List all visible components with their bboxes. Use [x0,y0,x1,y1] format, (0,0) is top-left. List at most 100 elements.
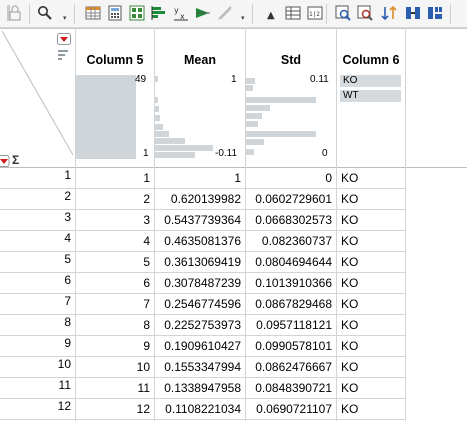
cell-std[interactable]: 0 [246,168,336,189]
distribution-icon[interactable] [150,3,168,23]
cell-mean[interactable]: 0.1338947958 [155,378,245,399]
graph-builder-icon[interactable] [216,3,234,23]
row-number[interactable]: 8 [0,315,75,336]
join-icon[interactable] [404,3,422,23]
cell-column-6[interactable]: KO [337,357,405,378]
cell-column-6[interactable]: KO [337,189,405,210]
fit-y-by-x-icon[interactable]: yx [172,3,190,23]
row-number[interactable]: 7 [0,294,75,315]
histogram-bar [155,106,159,112]
cell-mean[interactable]: 0.2252753973 [155,315,245,336]
cell-std[interactable]: 0.0867829468 [246,294,336,315]
data-grid-icon[interactable] [84,3,102,23]
histogram-bar [155,76,158,82]
cell-column-5[interactable]: 7 [76,294,154,315]
summary-sigma-icon[interactable]: Σ [12,153,19,167]
histogram-bar [246,97,316,103]
cell-mean[interactable]: 1 [155,168,245,189]
category-level-ko: KO [340,75,401,87]
histogram-bar [246,149,254,155]
grid-line [405,28,406,421]
zoom-icon[interactable] [334,3,352,23]
row-number[interactable]: 11 [0,378,75,399]
cell-column-6[interactable]: KO [337,231,405,252]
column-header-mean[interactable]: Mean [155,50,245,70]
row-number[interactable]: 5 [0,252,75,273]
toolbar-separator [450,4,451,24]
row-number[interactable]: 12 [0,399,75,420]
cell-column-6[interactable]: KO [337,168,405,189]
cell-column-5[interactable]: 4 [76,231,154,252]
search-dropdown-icon[interactable]: ▾ [63,15,69,23]
cell-column-6[interactable]: KO [337,336,405,357]
column-header-column-5[interactable]: Column 5 [76,50,154,70]
cell-column-6[interactable]: KO [337,378,405,399]
columns-list-icon[interactable] [58,49,70,64]
cell-column-6[interactable]: KO [337,252,405,273]
row-number[interactable]: 4 [0,231,75,252]
cell-mean[interactable]: 0.1108221034 [155,399,245,420]
cell-std[interactable]: 0.0990578101 [246,336,336,357]
cell-column-6[interactable]: KO [337,315,405,336]
mean-min-label: -0.11 [215,148,238,159]
cell-std[interactable]: 0.082360737 [246,231,336,252]
split-icon[interactable] [426,3,444,23]
filter-icon[interactable] [356,3,374,23]
cell-column-5[interactable]: 10 [76,357,154,378]
calculator-icon[interactable] [106,3,124,23]
row-number[interactable]: 10 [0,357,75,378]
cell-mean[interactable]: 0.620139982 [155,189,245,210]
cell-std[interactable]: 0.0668302573 [246,210,336,231]
sort-icon[interactable] [380,3,398,23]
cell-column-5[interactable]: 6 [76,273,154,294]
cell-mean[interactable]: 0.3613069419 [155,252,245,273]
cell-std[interactable]: 0.0804694644 [246,252,336,273]
cell-column-5[interactable]: 2 [76,189,154,210]
cell-mean[interactable]: 0.2546774596 [155,294,245,315]
tabulate-icon[interactable] [128,3,146,23]
toolbar-separator [326,4,327,24]
mean-max-label: 1 [231,74,237,85]
svg-text:▲: ▲ [267,10,275,21]
columns-menu-icon[interactable] [57,33,71,48]
cell-column-5[interactable]: 1 [76,168,154,189]
row-number[interactable]: 1 [0,168,75,189]
cell-column-5[interactable]: 12 [76,399,154,420]
cell-column-6[interactable]: KO [337,399,405,420]
cell-mean[interactable]: 0.1909610427 [155,336,245,357]
cell-mean[interactable]: 0.5437739364 [155,210,245,231]
cell-std[interactable]: 0.0862476667 [246,357,336,378]
fit-model-icon[interactable] [194,3,212,23]
cell-column-6[interactable]: KO [337,273,405,294]
row-number[interactable]: 6 [0,273,75,294]
cell-column-5[interactable]: 9 [76,336,154,357]
cell-std[interactable]: 0.1013910366 [246,273,336,294]
cell-column-6[interactable]: KO [337,210,405,231]
search-icon[interactable] [36,3,54,23]
cell-column-6[interactable]: KO [337,294,405,315]
cell-std[interactable]: 0.0690721107 [246,399,336,420]
cell-mean[interactable]: 0.3078487239 [155,273,245,294]
cell-mean[interactable]: 0.4635081376 [155,231,245,252]
text-size-icon[interactable]: ▲ [262,3,280,23]
cell-std[interactable]: 0.0848390721 [246,378,336,399]
histogram-bar [155,124,163,130]
graph-builder-dropdown-icon[interactable]: ▾ [241,15,247,23]
cell-column-5[interactable]: 5 [76,252,154,273]
column-header-std[interactable]: Std [246,50,336,70]
row-number[interactable]: 3 [0,210,75,231]
table-corner: Σ [0,29,75,168]
cell-std[interactable]: 0.0602729601 [246,189,336,210]
table-icon[interactable] [284,3,302,23]
column-header-column-6[interactable]: Column 6 [337,50,405,70]
row-number[interactable]: 2 [0,189,75,210]
cell-std[interactable]: 0.0957118121 [246,315,336,336]
cell-mean[interactable]: 0.1553347994 [155,357,245,378]
row-number[interactable]: 9 [0,336,75,357]
cell-column-5[interactable]: 8 [76,315,154,336]
script-icon[interactable]: 1|2 [306,3,324,23]
std-max-label: 0.11 [310,74,329,85]
cell-column-5[interactable]: 11 [76,378,154,399]
cell-column-5[interactable]: 3 [76,210,154,231]
lock-icon[interactable] [6,3,24,23]
